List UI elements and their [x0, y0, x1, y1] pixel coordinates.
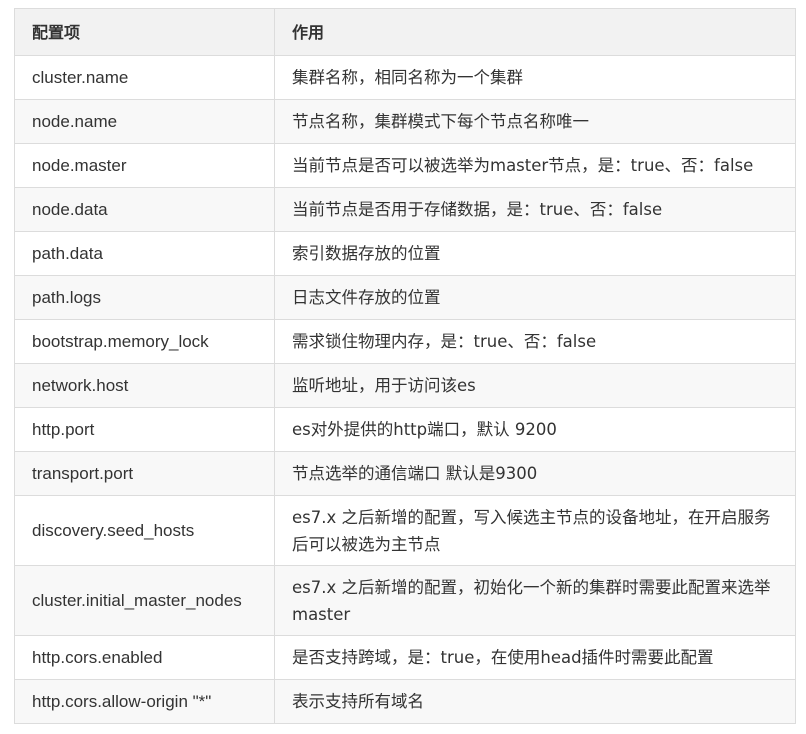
- config-key: node.master: [14, 143, 275, 188]
- config-table-container: 配置项 作用 cluster.name 集群名称，相同名称为一个集群 node.…: [14, 8, 796, 724]
- config-description: 监听地址，用于访问该es: [274, 363, 796, 408]
- table-row: http.cors.enabled 是否支持跨域，是：true，在使用head插…: [14, 635, 796, 680]
- table-row: cluster.name 集群名称，相同名称为一个集群: [14, 55, 796, 100]
- header-purpose: 作用: [274, 8, 796, 56]
- config-description: 当前节点是否用于存储数据，是：true、否：false: [274, 187, 796, 232]
- table-row: http.cors.allow-origin "*" 表示支持所有域名: [14, 679, 796, 724]
- config-key: bootstrap.memory_lock: [14, 319, 275, 364]
- config-key: http.port: [14, 407, 275, 452]
- config-description: 表示支持所有域名: [274, 679, 796, 724]
- config-key: http.cors.allow-origin "*": [14, 679, 275, 724]
- config-key: cluster.initial_master_nodes: [14, 565, 275, 636]
- config-key: discovery.seed_hosts: [14, 495, 275, 566]
- config-key: path.data: [14, 231, 275, 276]
- table-row: http.port es对外提供的http端口，默认 9200: [14, 407, 796, 452]
- table-row: bootstrap.memory_lock 需求锁住物理内存，是：true、否：…: [14, 319, 796, 364]
- config-description: 需求锁住物理内存，是：true、否：false: [274, 319, 796, 364]
- config-description: es7.x 之后新增的配置，写入候选主节点的设备地址，在开启服务后可以被选为主节…: [274, 495, 796, 566]
- table-row: transport.port 节点选举的通信端口 默认是9300: [14, 451, 796, 496]
- config-description: 节点名称，集群模式下每个节点名称唯一: [274, 99, 796, 144]
- config-key: network.host: [14, 363, 275, 408]
- table-row: path.data 索引数据存放的位置: [14, 231, 796, 276]
- config-description: 节点选举的通信端口 默认是9300: [274, 451, 796, 496]
- config-key: node.data: [14, 187, 275, 232]
- table-row: path.logs 日志文件存放的位置: [14, 275, 796, 320]
- config-description: 当前节点是否可以被选举为master节点，是：true、否：false: [274, 143, 796, 188]
- config-table: 配置项 作用 cluster.name 集群名称，相同名称为一个集群 node.…: [14, 8, 796, 724]
- header-config-item: 配置项: [14, 8, 275, 56]
- config-key: http.cors.enabled: [14, 635, 275, 680]
- config-key: path.logs: [14, 275, 275, 320]
- table-row: node.master 当前节点是否可以被选举为master节点，是：true、…: [14, 143, 796, 188]
- config-description: 集群名称，相同名称为一个集群: [274, 55, 796, 100]
- table-row: node.data 当前节点是否用于存储数据，是：true、否：false: [14, 187, 796, 232]
- config-key: transport.port: [14, 451, 275, 496]
- config-description: es对外提供的http端口，默认 9200: [274, 407, 796, 452]
- config-description: es7.x 之后新增的配置，初始化一个新的集群时需要此配置来选举master: [274, 565, 796, 636]
- config-description: 索引数据存放的位置: [274, 231, 796, 276]
- table-row: discovery.seed_hosts es7.x 之后新增的配置，写入候选主…: [14, 495, 796, 566]
- table-row: node.name 节点名称，集群模式下每个节点名称唯一: [14, 99, 796, 144]
- table-header-row: 配置项 作用: [14, 8, 796, 56]
- config-key: cluster.name: [14, 55, 275, 100]
- table-row: cluster.initial_master_nodes es7.x 之后新增的…: [14, 565, 796, 636]
- config-description: 是否支持跨域，是：true，在使用head插件时需要此配置: [274, 635, 796, 680]
- table-row: network.host 监听地址，用于访问该es: [14, 363, 796, 408]
- config-key: node.name: [14, 99, 275, 144]
- config-description: 日志文件存放的位置: [274, 275, 796, 320]
